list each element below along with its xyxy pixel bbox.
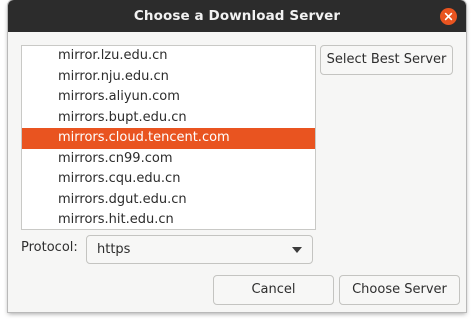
cancel-button[interactable]: Cancel <box>213 275 334 305</box>
protocol-value: https <box>97 242 131 257</box>
list-item[interactable]: mirrors.hit.edu.cn <box>22 210 315 229</box>
close-button[interactable] <box>440 8 457 25</box>
dialog-title: Choose a Download Server <box>133 8 341 24</box>
protocol-label: Protocol: <box>21 240 78 255</box>
protocol-dropdown[interactable]: https <box>86 235 313 264</box>
list-item[interactable]: mirrors.cqu.edu.cn <box>22 169 315 190</box>
select-best-server-button[interactable]: Select Best Server <box>320 45 453 75</box>
close-icon <box>444 12 453 21</box>
title-bar[interactable]: Choose a Download Server <box>8 0 466 32</box>
dropdown-arrow-icon <box>292 247 302 253</box>
list-item[interactable]: mirror.lzu.edu.cn <box>22 46 315 67</box>
list-item[interactable]: mirrors.bupt.edu.cn <box>22 108 315 129</box>
download-server-dialog: Choose a Download Server mirror.lzu.edu.… <box>8 0 466 312</box>
list-item[interactable]: mirrors.dgut.edu.cn <box>22 190 315 211</box>
list-item[interactable]: mirrors.cn99.com <box>22 149 315 170</box>
server-list[interactable]: mirror.lzu.edu.cn mirror.nju.edu.cn mirr… <box>21 45 316 230</box>
choose-server-button[interactable]: Choose Server <box>339 275 460 305</box>
list-item[interactable]: mirror.nju.edu.cn <box>22 67 315 88</box>
list-item-selected[interactable]: mirrors.cloud.tencent.com <box>22 128 315 149</box>
list-item[interactable]: mirrors.aliyun.com <box>22 87 315 108</box>
